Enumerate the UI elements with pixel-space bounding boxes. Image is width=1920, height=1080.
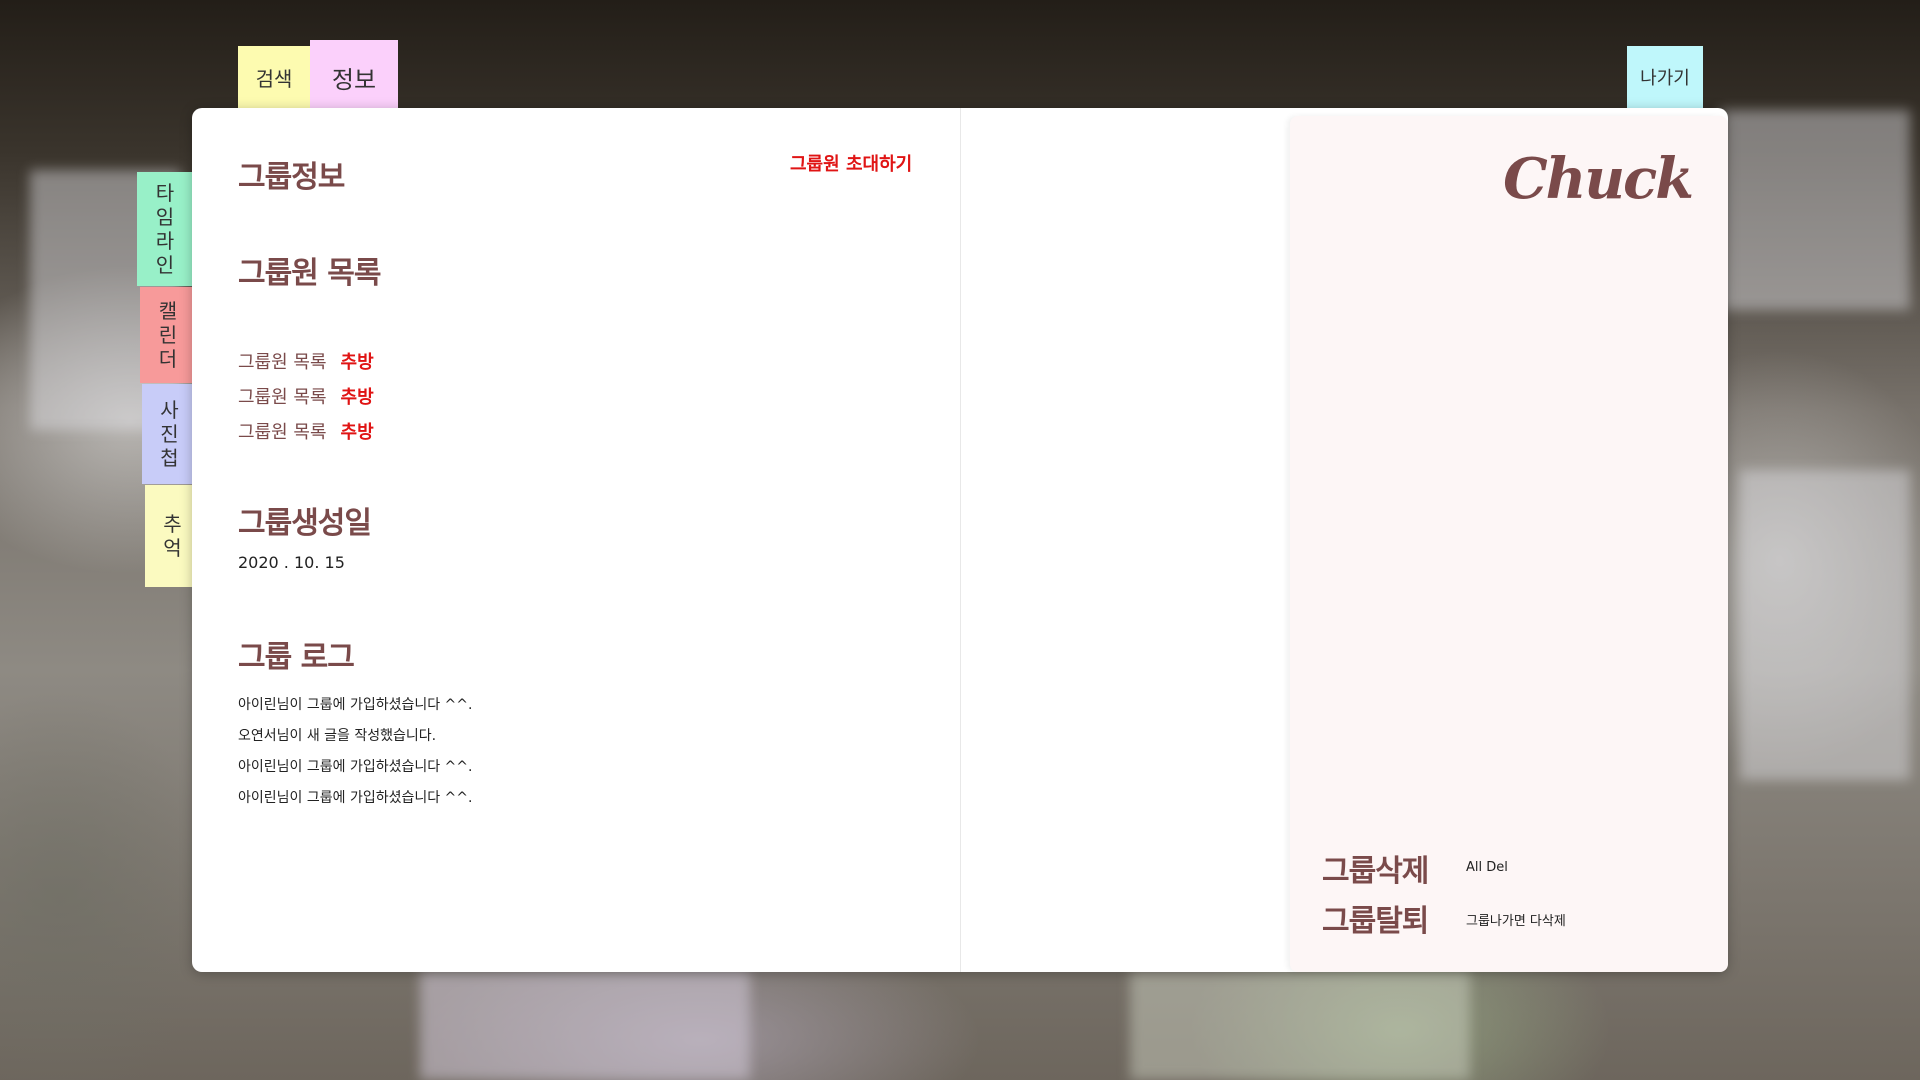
tab-timeline-char: 임 (155, 205, 175, 229)
member-name: 그룹원 목록 (238, 352, 327, 373)
tab-album-char: 사 (160, 398, 179, 422)
tab-timeline-char: 라 (155, 229, 175, 253)
tab-memories-char: 추 (163, 512, 182, 536)
tab-album-char: 진 (160, 422, 179, 446)
created-date-value: 2020 . 10. 15 (238, 553, 345, 572)
group-info-title: 그룹정보 (238, 160, 345, 195)
exit-button-label: 나가기 (1640, 68, 1690, 89)
log-entry: 오연서님이 새 글을 작성했습니다. (238, 728, 437, 744)
kick-button[interactable]: 추방 (341, 383, 374, 409)
kick-button[interactable]: 추방 (341, 418, 374, 444)
tab-calendar-char: 캘 (158, 299, 178, 323)
tab-calendar[interactable]: 캘 린 더 (140, 287, 196, 383)
member-row: 그룹원 목록 추방 (238, 348, 374, 374)
delete-group-button[interactable]: 그룹삭제 (1322, 846, 1429, 890)
tab-album[interactable]: 사 진 첩 (142, 384, 197, 484)
leave-group-button[interactable]: 그룹탈퇴 (1322, 896, 1429, 940)
leave-group-desc: 그룹나가면 다삭제 (1466, 914, 1566, 929)
created-date-title: 그룹생성일 (238, 506, 372, 541)
group-log-title: 그룹 로그 (238, 640, 355, 675)
tab-memories-char: 억 (163, 536, 182, 560)
delete-group-desc: All Del (1466, 860, 1508, 875)
tab-timeline[interactable]: 타 임 라 인 (137, 172, 193, 286)
background-photo (420, 970, 750, 1080)
tab-album-char: 첩 (160, 446, 179, 470)
tab-calendar-char: 더 (158, 347, 178, 371)
group-settings-panel: Chuck 그룹삭제 All Del 그룹탈퇴 그룹나가면 다삭제 (1290, 116, 1728, 972)
page-divider (960, 108, 961, 972)
kick-button[interactable]: 추방 (341, 348, 374, 374)
tab-search[interactable]: 검색 (238, 46, 310, 108)
exit-button[interactable]: 나가기 (1627, 46, 1703, 108)
member-row: 그룹원 목록 추방 (238, 418, 374, 444)
log-entry: 아이린님이 그룹에 가입하셨습니다 ^^. (238, 759, 473, 775)
invite-member-button[interactable]: 그룹원 초대하기 (790, 150, 912, 176)
background-photo (1720, 110, 1910, 310)
tab-timeline-char: 인 (155, 253, 175, 277)
log-entry: 아이린님이 그룹에 가입하셨습니다 ^^. (238, 790, 473, 806)
member-list-title: 그룹원 목록 (238, 256, 381, 291)
tab-info-label: 정보 (331, 65, 377, 94)
background-photo (1740, 470, 1910, 780)
tab-search-label: 검색 (255, 66, 293, 91)
log-entry: 아이린님이 그룹에 가입하셨습니다 ^^. (238, 697, 473, 713)
chuck-logo: Chuck (1503, 146, 1694, 212)
member-name: 그룹원 목록 (238, 387, 327, 408)
member-row: 그룹원 목록 추방 (238, 383, 374, 409)
tab-timeline-char: 타 (155, 181, 175, 205)
member-name: 그룹원 목록 (238, 422, 327, 443)
tab-calendar-char: 린 (158, 323, 178, 347)
background-photo (1130, 970, 1470, 1080)
tab-info[interactable]: 정보 (310, 40, 398, 114)
group-info-book: 그룹정보 그룹원 초대하기 그룹원 목록 그룹원 목록 추방 그룹원 목록 추방… (192, 108, 1728, 972)
